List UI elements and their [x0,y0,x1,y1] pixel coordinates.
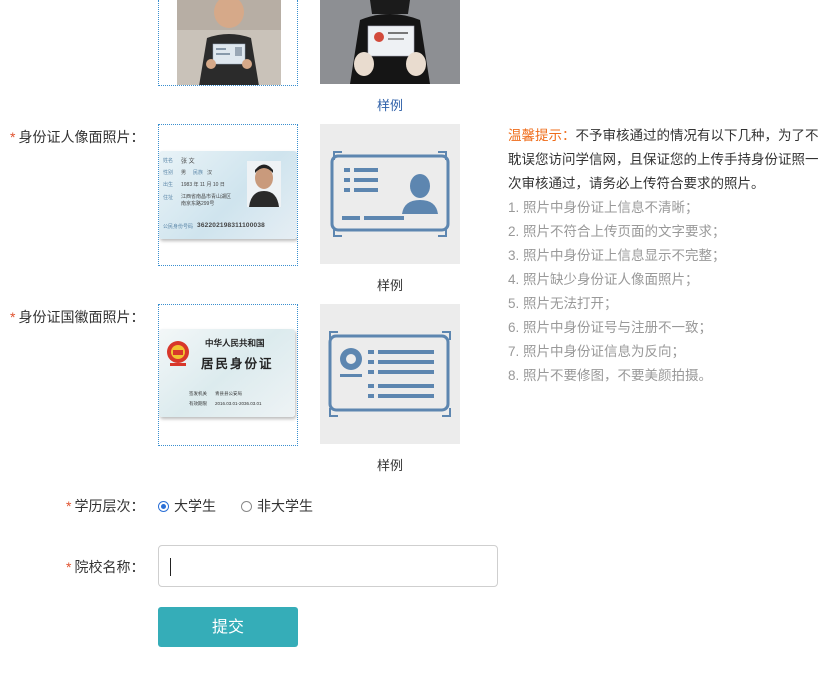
card-portrait-photo [247,161,281,207]
tips-panel: 温馨提示：不予审核通过的情况有以下几种，为了不耽误您访问学信网，且保证您的上传手… [508,124,819,388]
portrait-id-card-photo: 姓名 张 文 性别 男 民族 汉 出生 1983 年 11 月 10 日 住址 … [159,151,297,239]
tips-item: 3. 照片中身份证上信息显示不完整； [508,248,726,263]
tips-item: 4. 照片缺少身份证人像面照片； [508,272,699,287]
tips-item: 8. 照片不要修图，不要美颜拍摄。 [508,368,713,383]
card-valid-value: 2016.03.01-2036.03.01 [215,401,262,406]
tips-item: 2. 照片不符合上传页面的文字要求； [508,224,726,239]
card-birth-value: 1983 年 11 月 10 日 [181,182,225,188]
card-title: 居民身份证 [201,356,274,371]
radio-selected-icon[interactable] [158,500,169,512]
required-mark: * [10,309,16,325]
required-mark: * [66,498,72,514]
school-name-input[interactable] [158,545,498,587]
tips-list: 1. 照片中身份证上信息不清晰； 2. 照片不符合上传页面的文字要求； 3. 照… [508,196,819,388]
card-name-value: 张 文 [181,159,195,165]
national-emblem-icon [167,341,189,366]
card-ethnicity-label: 民族 [193,170,204,176]
card-country: 中华人民共和国 [205,339,265,349]
card-address-value: 江西省南昌市青山湖区南京东路299号 [181,194,232,207]
card-issuer-label: 签发机关 [189,391,207,396]
handheld-sample-caption[interactable]: 样例 [320,95,460,114]
portrait-sample-image [320,124,460,264]
portrait-sample-caption: 样例 [376,278,403,293]
school-label: * 院校名称： [66,557,144,577]
card-valid-label: 有效期限 [189,401,207,406]
education-option-undergrad[interactable]: 大学生 [158,496,216,516]
tips-item: 5. 照片无法打开； [508,296,618,311]
emblem-sample-image [320,304,460,444]
school-label-text: 院校名称： [74,559,145,575]
required-mark: * [66,559,72,575]
card-name-label: 姓名 [163,158,174,164]
id-card-portrait-icon [330,151,450,237]
portrait-label-text: 身份证人像面照片： [18,129,145,145]
handheld-photo-upload [177,0,281,85]
education-option-non-undergrad[interactable]: 非大学生 [241,496,313,516]
emblem-sample-caption: 样例 [376,458,403,473]
card-issuer-value: 青县县公安局 [215,391,242,396]
emblem-upload-box[interactable]: 中华人民共和国 居民身份证 签发机关 青县县公安局 有效期限 2016.03.0… [158,304,298,446]
handheld-upload-box[interactable] [158,0,298,86]
submit-button[interactable]: 提交 [158,607,298,647]
required-mark: * [10,129,16,145]
card-gender-value: 男 [181,170,187,176]
tips-item: 1. 照片中身份证上信息不清晰； [508,200,699,215]
portrait-upload-box[interactable]: 姓名 张 文 性别 男 民族 汉 出生 1983 年 11 月 10 日 住址 … [158,124,298,266]
education-option-label: 大学生 [174,498,216,514]
handheld-sample-photo [320,0,460,84]
education-label-text: 学历层次： [74,498,145,514]
tips-item: 6. 照片中身份证号与注册不一致； [508,320,713,335]
tips-title: 温馨提示： [508,128,576,143]
text-caret [170,558,171,576]
tips-item: 7. 照片中身份证信息为反向； [508,344,686,359]
portrait-label: * 身份证人像面照片： [10,127,144,147]
card-id-label: 公民身份号码 [163,224,194,230]
id-card-emblem-icon [328,331,451,417]
card-address-label: 住址 [163,195,174,201]
card-ethnicity-value: 汉 [207,170,213,176]
emblem-label: * 身份证国徽面照片： [10,307,144,327]
radio-unselected-icon[interactable] [241,500,252,512]
education-label: * 学历层次： [66,496,144,516]
card-gender-label: 性别 [163,170,174,176]
education-option-label: 非大学生 [257,498,313,514]
handheld-sample-image [320,0,460,84]
emblem-id-card-photo: 中华人民共和国 居民身份证 签发机关 青县县公安局 有效期限 2016.03.0… [159,329,295,417]
emblem-label-text: 身份证国徽面照片： [18,309,145,325]
card-id-value: 362202198311100038 [197,222,265,229]
card-birth-label: 出生 [163,182,174,188]
